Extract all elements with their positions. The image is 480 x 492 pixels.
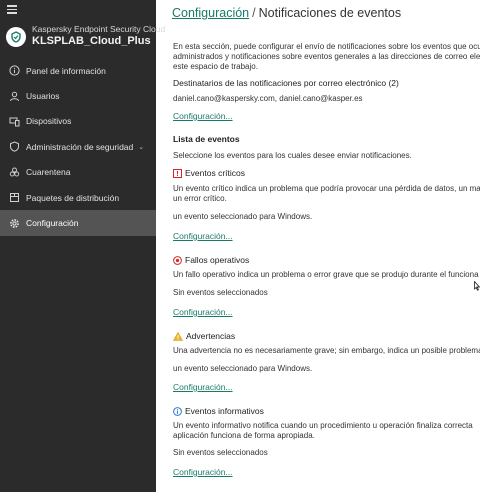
sidebar-nav: Panel de información Usuarios Dispositiv…: [0, 58, 156, 236]
critical-events-description: un error crítico.: [173, 194, 227, 203]
breadcrumb-separator: /: [252, 6, 256, 20]
section-title-label: Fallos operativos: [185, 255, 250, 265]
sidebar: Kaspersky Endpoint Security Cloud KLSPLA…: [0, 0, 165, 492]
critical-icon: [173, 168, 182, 178]
sidebar-item-devices[interactable]: Dispositivos: [0, 109, 156, 134]
chevron-down-icon[interactable]: ⌄: [138, 143, 144, 151]
kaspersky-logo-icon: [6, 27, 26, 47]
warnings-description: Una advertencia no es necesariamente gra…: [173, 346, 480, 355]
sidebar-item-quarantine[interactable]: Cuarentena: [0, 160, 156, 185]
info-icon: [8, 65, 20, 77]
product-name: Kaspersky Endpoint Security Cloud: [32, 24, 166, 34]
menu-icon[interactable]: [7, 5, 17, 14]
failures-description: Un fallo operativo indica un problema o …: [173, 270, 479, 279]
warning-icon: [173, 331, 183, 341]
critical-events-title: Eventos críticos: [173, 168, 245, 178]
critical-events-description: Un evento crítico indica un problema que…: [173, 184, 480, 193]
intro-text-line: En esta sección, puede configurar el env…: [173, 42, 480, 51]
recipients-configure-link[interactable]: Configuración...: [173, 111, 233, 122]
info-event-icon: [173, 406, 182, 416]
critical-events-configure-link[interactable]: Configuración...: [173, 231, 233, 242]
biohazard-icon: [8, 166, 20, 178]
failure-icon: [173, 255, 182, 265]
sidebar-item-dashboard[interactable]: Panel de información: [0, 58, 156, 83]
devices-icon: [8, 115, 20, 127]
info-events-configure-link[interactable]: Configuración...: [173, 467, 233, 478]
section-title-label: Advertencias: [186, 331, 236, 341]
sidebar-item-security-management[interactable]: Administración de seguridad ⌄: [0, 134, 156, 159]
event-list-title: Lista de eventos: [173, 134, 240, 144]
page-title: Notificaciones de eventos: [258, 6, 402, 20]
sidebar-item-settings[interactable]: Configuración: [0, 210, 156, 236]
sidebar-item-label: Cuarentena: [26, 167, 71, 178]
breadcrumb: Configuración / Notificaciones de eventos: [172, 6, 401, 20]
mouse-cursor-icon: [474, 281, 480, 291]
failures-configure-link[interactable]: Configuración...: [173, 307, 233, 318]
info-events-description: aplicación funciona de forma apropiada.: [173, 431, 315, 440]
user-icon: [8, 90, 20, 102]
critical-events-status: un evento seleccionado para Windows.: [173, 212, 313, 221]
shield-icon: [8, 141, 20, 153]
warnings-title: Advertencias: [173, 331, 235, 341]
event-list-description: Seleccione los eventos para los cuales d…: [173, 151, 412, 160]
failures-status: Sin eventos seleccionados: [173, 288, 268, 297]
sidebar-item-label: Dispositivos: [26, 116, 72, 127]
recipients-title: Destinatarios de las notificaciones por …: [173, 78, 399, 88]
breadcrumb-link-settings[interactable]: Configuración: [172, 6, 249, 20]
tenant-name: KLSPLAB_Cloud_Plus: [32, 35, 151, 47]
sidebar-item-label: Paquetes de distribución: [26, 192, 120, 203]
sidebar-item-label: Usuarios: [26, 91, 60, 102]
info-events-title: Eventos informativos: [173, 406, 264, 416]
failures-title: Fallos operativos: [173, 255, 249, 265]
gear-icon: [8, 217, 20, 229]
sidebar-item-distribution-packages[interactable]: Paquetes de distribución: [0, 185, 156, 210]
info-events-status: Sin eventos seleccionados: [173, 448, 268, 457]
recipients-value: daniel.cano@kaspersky.com, daniel.cano@k…: [173, 94, 363, 103]
section-title-label: Eventos informativos: [185, 406, 264, 416]
sidebar-item-label: Panel de información: [26, 65, 106, 76]
sidebar-item-label: Configuración: [26, 218, 79, 229]
warnings-status: un evento seleccionado para Windows.: [173, 364, 313, 373]
intro-text-line: este espacio de trabajo.: [173, 62, 258, 71]
section-title-label: Eventos críticos: [185, 168, 245, 178]
package-icon: [8, 192, 20, 204]
warnings-configure-link[interactable]: Configuración...: [173, 382, 233, 393]
sidebar-item-users[interactable]: Usuarios: [0, 83, 156, 108]
main-content: Configuración / Notificaciones de eventos …: [156, 0, 480, 492]
intro-text-line: administrados y notificaciones sobre eve…: [173, 52, 480, 61]
sidebar-item-label: Administración de seguridad: [26, 141, 134, 152]
info-events-description: Un evento informativo notifica cuando un…: [173, 421, 473, 430]
